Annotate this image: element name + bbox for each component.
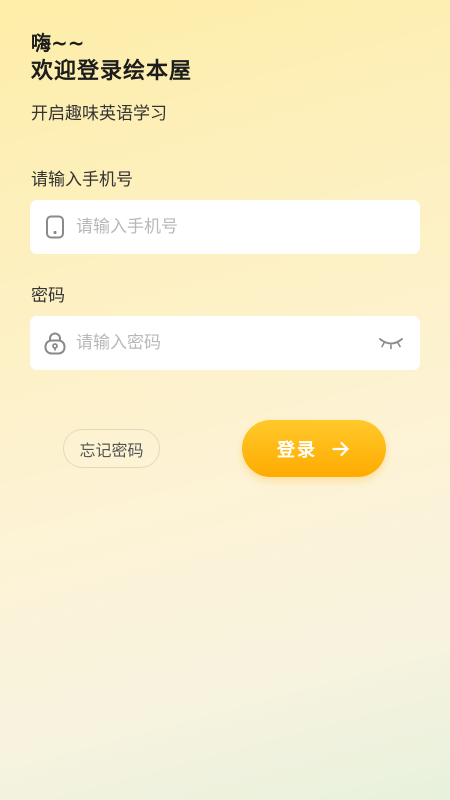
password-label: 密码	[31, 286, 65, 306]
page-title: 欢迎登录绘本屋	[31, 59, 193, 84]
lock-icon	[43, 331, 67, 355]
eye-closed-icon[interactable]	[378, 333, 404, 353]
password-input-box[interactable]	[30, 316, 420, 370]
phone-icon	[43, 215, 67, 239]
phone-label: 请输入手机号	[31, 170, 133, 190]
greeting-text: 嗨~~	[31, 31, 85, 55]
phone-input[interactable]	[76, 200, 366, 254]
forgot-password-button[interactable]: 忘记密码	[63, 429, 160, 468]
forgot-password-label: 忘记密码	[79, 440, 144, 460]
login-button[interactable]: 登录	[242, 420, 386, 477]
page-subtitle: 开启趣味英语学习	[31, 104, 167, 124]
password-input[interactable]	[76, 316, 366, 370]
arrow-right-icon	[331, 439, 351, 459]
login-button-label: 登录	[277, 439, 317, 461]
phone-input-box[interactable]	[30, 200, 420, 254]
